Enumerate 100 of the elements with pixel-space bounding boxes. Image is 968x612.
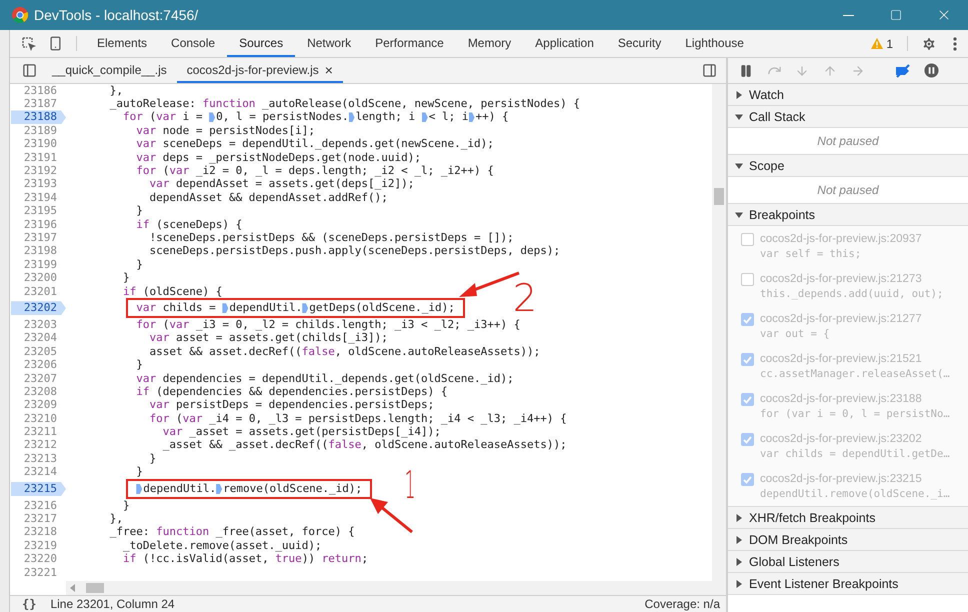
line-number: 23204 [22, 331, 58, 346]
line-number: 23208 [22, 384, 58, 399]
section-header[interactable]: Breakpoints [728, 204, 968, 226]
window-title: DevTools - localhost:7456/ [34, 7, 198, 23]
section-header[interactable]: XHR/fetch Breakpoints [728, 507, 968, 529]
expand-triangle-icon [735, 90, 743, 98]
section-header[interactable]: Event Listener Breakpoints [728, 573, 968, 595]
inline-breakpoint-icon[interactable] [216, 484, 222, 494]
pause-on-exceptions-icon [924, 63, 938, 78]
code-text: for (var i = [122, 110, 204, 124]
line-number: 23201 [22, 284, 58, 299]
section-header[interactable]: Watch [728, 84, 968, 106]
code-text: if (!cc.isValid(asset, true)) return; [122, 552, 368, 566]
pause-icon [739, 64, 753, 78]
code-text: sceneDeps.persistDeps.push.apply(sceneDeps.persistDeps, deps); [148, 244, 560, 258]
scroll-thumb[interactable] [86, 583, 104, 593]
line-number: 23203 [22, 318, 58, 332]
inline-breakpoint-icon[interactable] [222, 303, 228, 314]
line-number: 23197 [22, 231, 58, 245]
code-text: } [122, 498, 130, 513]
code-text: var dependencies = dependUtil._depends.get(oldScene._id); [135, 372, 514, 386]
code-text: remove(oldScene._id); [223, 482, 362, 496]
annotation-number: 2 [512, 279, 538, 318]
code-text: dependUtil. [229, 301, 302, 316]
line-number: 23218 [22, 525, 58, 540]
code-text: if (sceneDeps) { [135, 218, 242, 232]
horizontal-scrollbar[interactable] [66, 581, 712, 595]
line-number: 23219 [22, 538, 58, 553]
panel-tab[interactable]: Network [295, 30, 364, 57]
code-text: _autoRelease: function _autoRelease(oldScene, newScene, persistNodes) { [108, 97, 580, 112]
panel-tab[interactable]: Security [606, 30, 674, 57]
code-text: var sceneDeps = dependUtil._depends.get(newScene._id); [135, 137, 494, 152]
breakpoint-checkbox[interactable] [741, 433, 754, 446]
inline-breakpoint-icon[interactable] [136, 484, 142, 494]
close-tab-icon[interactable]: × [324, 62, 333, 78]
panel-tab[interactable]: Application [523, 30, 606, 57]
panel-tab[interactable]: Memory [456, 30, 524, 57]
code-text: dependAsset && dependAsset.addRef(); [148, 190, 388, 205]
panel-tab[interactable]: Performance [363, 30, 456, 57]
line-number: 23207 [22, 372, 58, 386]
breakpoint-checkbox[interactable] [741, 353, 754, 366]
section-header[interactable]: Scope [728, 155, 968, 177]
inline-breakpoint-icon[interactable] [468, 112, 475, 122]
line-number: 23211 [22, 425, 58, 440]
file-tab[interactable]: cocos2d-js-for-preview.js × [176, 58, 343, 83]
browser-logo-icon [12, 7, 28, 23]
line-number: 23200 [22, 271, 58, 286]
breakpoint-checkbox[interactable] [741, 393, 754, 406]
code-text: < l; i [428, 110, 469, 124]
code-text: var node = persistNodes[i]; [135, 124, 316, 138]
code-text: for (var _i2 = 0, _l = deps.length; _i2 < _l; _i2++) { [135, 164, 494, 178]
breakpoint-checkbox[interactable] [741, 473, 754, 486]
line-number: 23220 [22, 552, 58, 566]
line-number: 23191 [22, 150, 58, 165]
inline-breakpoint-icon[interactable] [422, 112, 428, 122]
line-number: 23205 [22, 344, 58, 359]
panel-tab[interactable]: Console [159, 30, 228, 57]
code-text: ++) { [476, 110, 509, 124]
line-number: 23212 [22, 438, 58, 452]
breakpoint-checkbox[interactable] [741, 313, 754, 326]
code-text: var persistDeps = dependencies.persistDeps; [148, 398, 434, 412]
section-header[interactable]: Call Stack [728, 106, 968, 128]
expand-triangle-icon [735, 514, 743, 522]
scroll-thumb[interactable] [714, 188, 724, 205]
line-number: 23194 [22, 190, 58, 205]
breakpoint-code: this._depends.add(uuid, out); [760, 287, 944, 302]
line-number: 23198 [22, 244, 58, 258]
section-header[interactable]: Global Listeners [728, 551, 968, 573]
scroll-left-icon[interactable] [70, 584, 76, 592]
file-tab[interactable]: __quick_compile__.js [42, 58, 177, 83]
warnings-button[interactable]: 1 [865, 30, 899, 57]
vertical-scrollbar[interactable] [712, 84, 726, 595]
code-text: } [122, 271, 130, 286]
panel-tab[interactable]: Lighthouse [673, 30, 756, 57]
line-number: 23214 [22, 465, 58, 480]
breakpoint-line-number: 23215 [11, 482, 66, 496]
breakpoint-checkbox[interactable] [741, 233, 754, 246]
code-text: _asset && _asset.decRef((false, oldScene.autoReleaseAssets)); [162, 438, 567, 452]
inline-breakpoint-icon[interactable] [209, 112, 216, 122]
pretty-print-button[interactable]: {} [22, 597, 36, 611]
line-number: 23210 [22, 412, 58, 426]
code-text: length; i [356, 110, 416, 124]
breakpoint-checkbox[interactable] [741, 273, 754, 286]
code-text: } [135, 358, 143, 372]
annotation-number: 1 [404, 466, 416, 504]
code-text: var asset = assets.get(childs[_i3]); [148, 331, 388, 346]
line-number: 23192 [22, 164, 58, 178]
inline-breakpoint-icon[interactable] [302, 303, 308, 314]
code-text: var childs = [136, 301, 217, 316]
line-number: 23195 [22, 204, 58, 218]
code-text: } [135, 258, 143, 272]
phone-icon [48, 36, 62, 51]
code-text: _toDelete.remove(asset._uuid); [122, 538, 322, 553]
section-header[interactable]: DOM Breakpoints [728, 529, 968, 551]
line-number: 23186 [22, 84, 58, 98]
code-text: 0, l = persistNodes. [216, 110, 349, 124]
code-text: getDeps(oldScene._id); [309, 301, 455, 316]
panel-tab[interactable]: Elements [85, 30, 160, 57]
deactivate-breakpoints-icon [894, 64, 912, 78]
inline-breakpoint-icon[interactable] [348, 112, 355, 122]
